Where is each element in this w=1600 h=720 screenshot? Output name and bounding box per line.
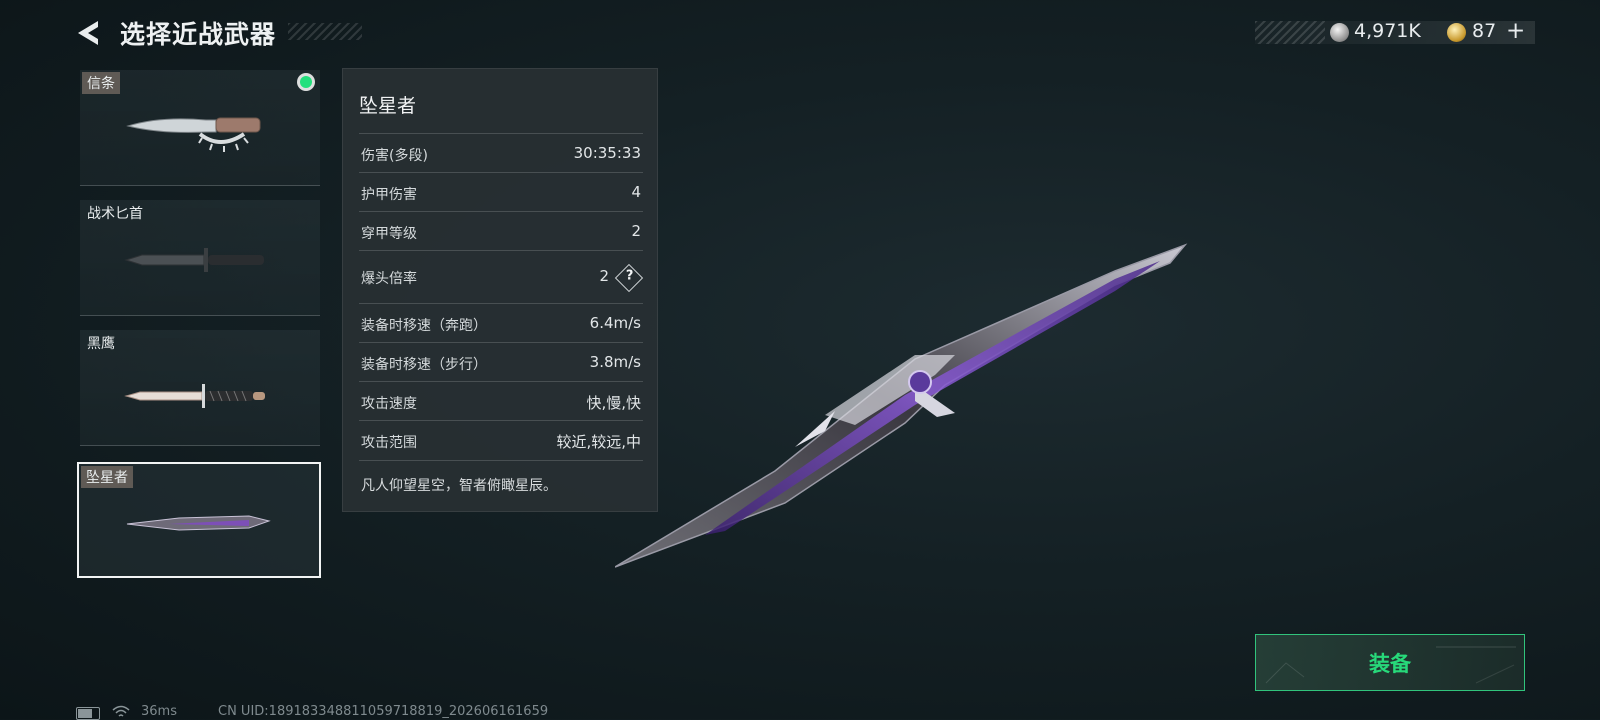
- xintiao-knife-image: [126, 117, 261, 152]
- ping-readout: 36ms: [141, 704, 177, 719]
- stat-row-damage: 伤害(多段) 30:35:33: [359, 133, 643, 173]
- stat-label: 伤害(多段): [361, 148, 428, 164]
- equip-button[interactable]: 装备: [1255, 634, 1525, 691]
- weapon-3d-render: [615, 243, 1188, 568]
- wifi-icon: [112, 705, 130, 717]
- silver-coin-icon: [1330, 23, 1349, 42]
- gold-amount: 87: [1472, 20, 1497, 42]
- starfall-knife-image: [126, 515, 271, 531]
- weapon-name: 坠星者: [81, 466, 133, 488]
- stat-label: 装备时移速（步行）: [361, 357, 487, 373]
- black-hawk-knife-image: [124, 384, 265, 408]
- add-currency-button[interactable]: +: [1506, 18, 1525, 44]
- stat-label: 攻击范围: [361, 435, 417, 451]
- weapon-name: 黑鹰: [87, 336, 115, 352]
- title-decoration: [288, 23, 362, 40]
- stat-value: 30:35:33: [573, 144, 641, 162]
- stat-row-attack-speed: 攻击速度 快,慢,快: [359, 381, 643, 421]
- page-title: 选择近战武器: [120, 20, 277, 49]
- weapon-name: 战术匕首: [87, 206, 143, 222]
- silver-amount: 4,971K: [1354, 20, 1421, 42]
- stat-label: 穿甲等级: [361, 226, 417, 242]
- stat-row-run-speed: 装备时移速（奔跑） 6.4m/s: [359, 303, 643, 343]
- weapon-detail-panel: 坠星者 伤害(多段) 30:35:33 护甲伤害 4 穿甲等级 2 爆头倍率 2…: [342, 68, 658, 512]
- battery-icon: [76, 707, 100, 720]
- stat-label: 攻击速度: [361, 396, 417, 412]
- weapon-description: 凡人仰望星空，智者俯瞰星辰。: [361, 478, 557, 494]
- stat-value: 4: [631, 183, 641, 201]
- equip-label: 装备: [1369, 652, 1411, 676]
- currency-decoration: [1255, 21, 1325, 44]
- equipped-indicator: [300, 76, 312, 88]
- stat-row-headshot: 爆头倍率 2 ?: [359, 250, 644, 304]
- stat-label: 爆头倍率: [361, 271, 417, 287]
- weapon-card-starfall[interactable]: 坠星者: [77, 462, 321, 578]
- battery-level: [78, 709, 92, 718]
- back-arrow-icon[interactable]: [74, 18, 104, 48]
- stat-row-penetration: 穿甲等级 2: [359, 211, 643, 251]
- detail-title: 坠星者: [359, 95, 417, 117]
- stat-row-armor-damage: 护甲伤害 4: [359, 172, 643, 212]
- currency-bar: 4,971K 87 +: [1255, 18, 1535, 44]
- stat-value: 2: [599, 267, 609, 285]
- weapon-card-black-hawk[interactable]: 黑鹰: [80, 330, 320, 446]
- stat-row-walk-speed: 装备时移速（步行） 3.8m/s: [359, 342, 643, 382]
- stat-label: 装备时移速（奔跑）: [361, 318, 487, 334]
- stat-row-attack-range: 攻击范围 较近,较远,中: [359, 420, 643, 461]
- weapon-card-tactical-dagger[interactable]: 战术匕首: [80, 200, 320, 316]
- tactical-dagger-image: [124, 248, 264, 272]
- user-uid: CN UID:18918334881105971881​9_2026061616…: [218, 704, 549, 719]
- weapon-name: 信条: [82, 72, 120, 94]
- gold-coin-icon: [1447, 23, 1466, 42]
- weapon-card-xintiao[interactable]: 信条: [80, 70, 320, 186]
- stat-label: 护甲伤害: [361, 187, 417, 203]
